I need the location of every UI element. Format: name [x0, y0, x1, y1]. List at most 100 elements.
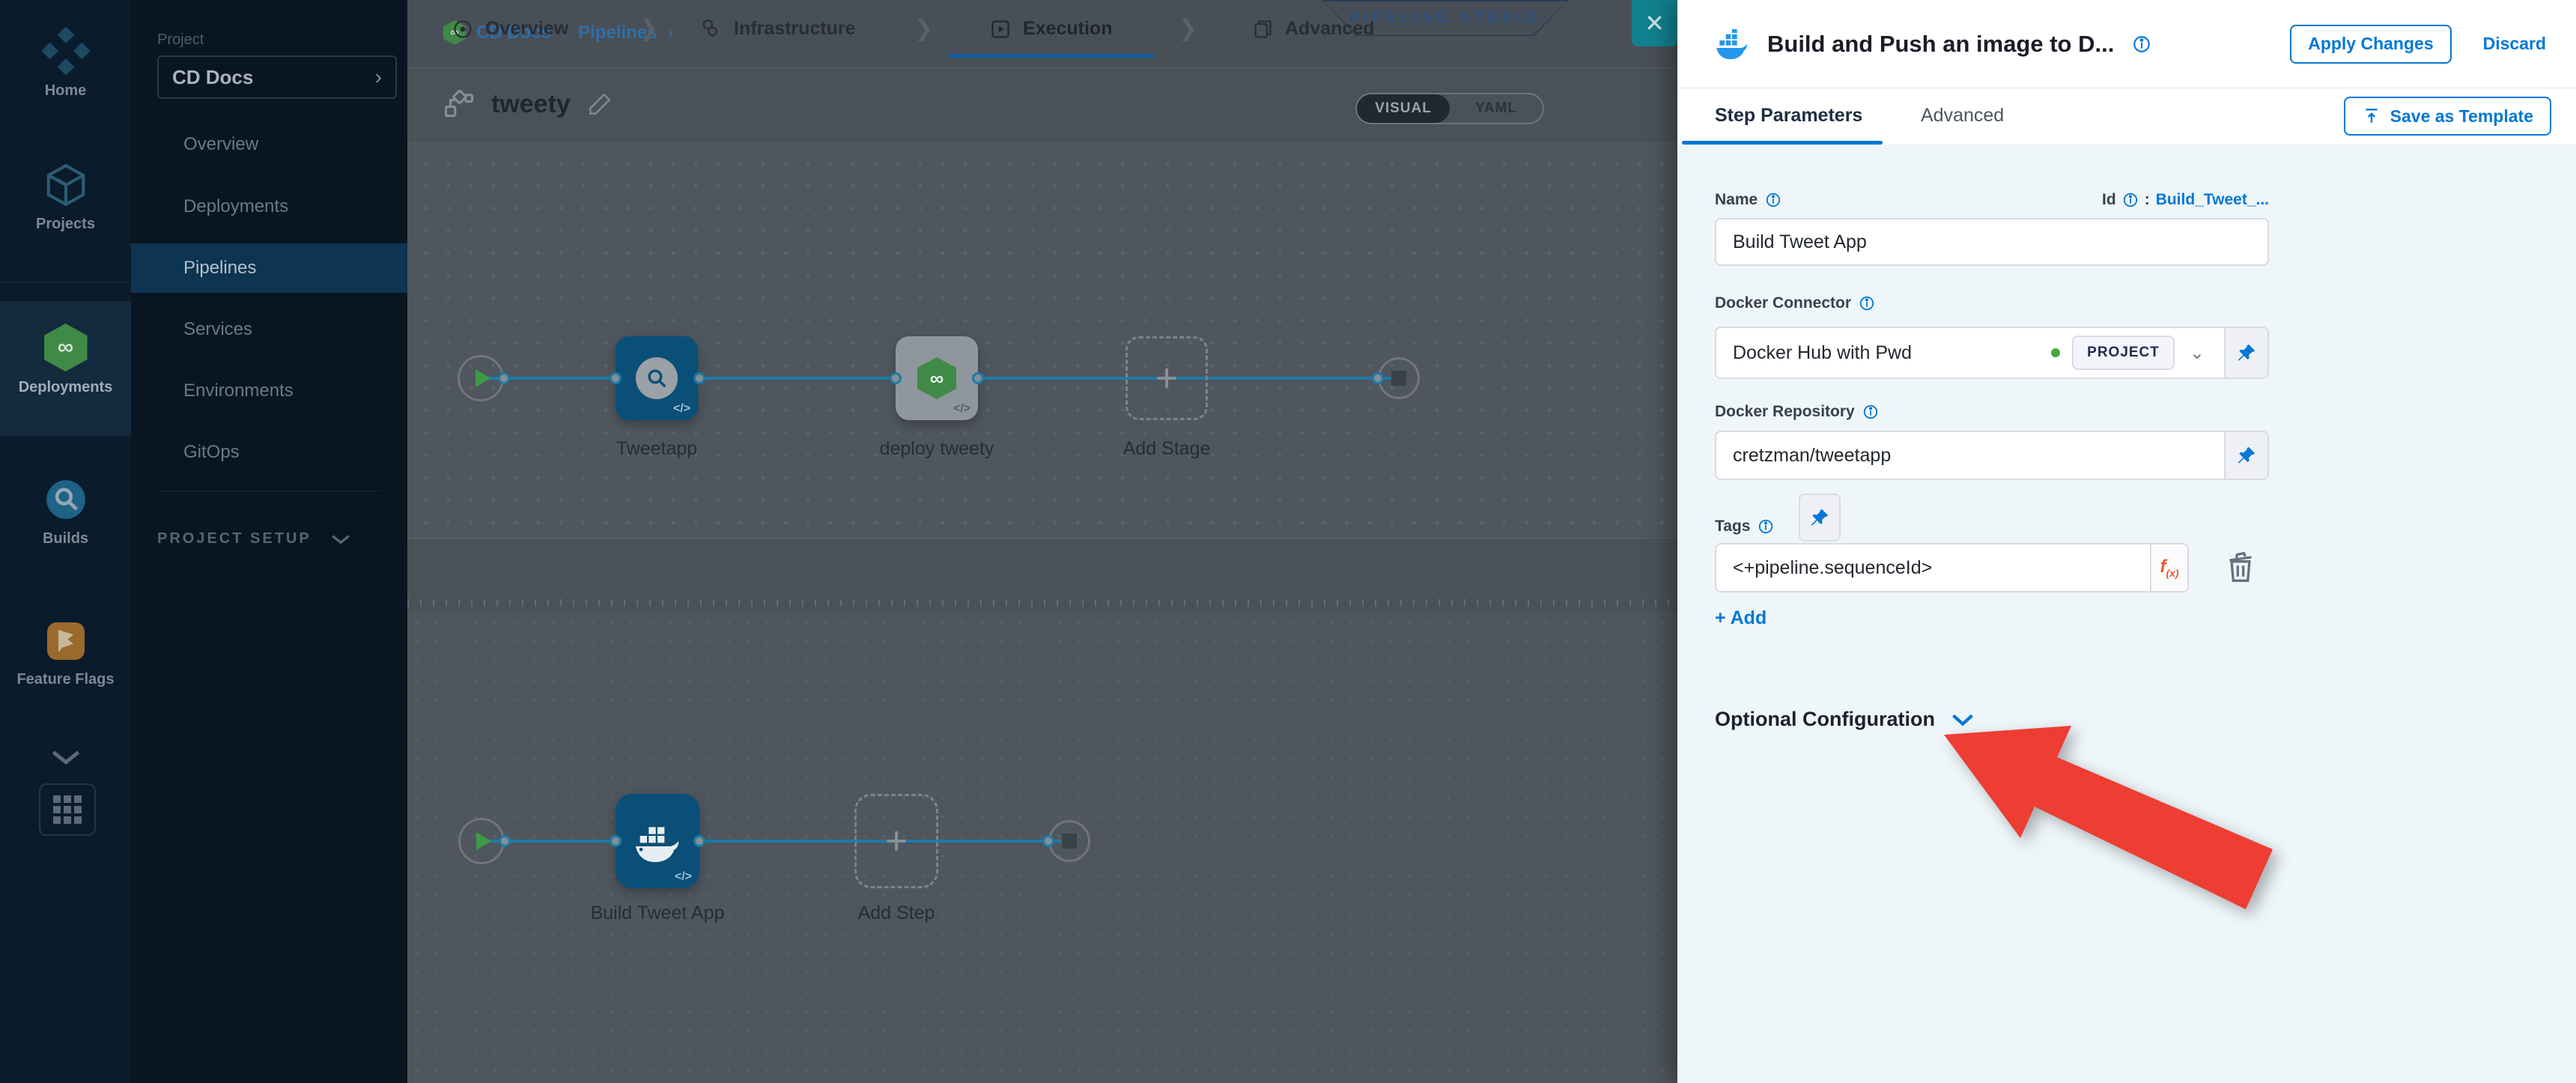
tab-separator: ❯: [1179, 0, 1197, 58]
visual-toggle-option[interactable]: VISUAL: [1357, 94, 1450, 123]
tab-execution[interactable]: Execution: [990, 0, 1112, 58]
panel-title: Build and Push an image to D...: [1767, 31, 2114, 58]
rail-item-projects[interactable]: Projects: [0, 162, 131, 233]
panel-header: Build and Push an image to D... Apply Ch…: [1677, 0, 2576, 88]
pin-icon: [1809, 507, 1830, 528]
add-step-button[interactable]: +: [854, 794, 938, 888]
visual-yaml-toggle: VISUAL YAML: [1355, 93, 1544, 124]
chevron-right-icon: ›: [375, 65, 382, 89]
pin-icon: [2236, 445, 2257, 466]
tab-advanced[interactable]: Advanced: [1252, 0, 1374, 58]
tab-step-parameters[interactable]: Step Parameters: [1715, 105, 1862, 127]
rail-chevron-down-icon[interactable]: [51, 749, 81, 765]
info-icon[interactable]: [1758, 518, 1774, 535]
tags-label: Tags: [1715, 518, 1774, 536]
step-id-line: Id : Build_Tweet_...: [1715, 191, 2269, 209]
rail-item-home[interactable]: Home: [0, 27, 131, 100]
connector-status-dot: [2051, 348, 2060, 357]
active-tab-underline: [949, 54, 1154, 58]
stage-graph-canvas[interactable]: [407, 143, 1677, 538]
expression-fx-button[interactable]: f(x): [2150, 544, 2187, 591]
stage-node-tweetapp[interactable]: </>: [616, 336, 698, 420]
sidebar-item-deployments[interactable]: Deployments: [131, 182, 407, 231]
yaml-toggle-option[interactable]: YAML: [1450, 94, 1543, 123]
project-selector[interactable]: CD Docs ›: [157, 55, 397, 99]
sidebar-item-services[interactable]: Services: [131, 305, 407, 354]
docker-connector-select[interactable]: Docker Hub with Pwd PROJECT ⌄: [1715, 327, 2269, 379]
step-connector-line: [482, 840, 1069, 843]
stop-icon: [1391, 371, 1406, 386]
docker-repository-field[interactable]: cretzman/tweetapp: [1715, 431, 2269, 480]
grid-icon: [53, 795, 82, 824]
discard-button[interactable]: Discard: [2483, 34, 2546, 54]
apply-changes-button[interactable]: Apply Changes: [2290, 25, 2451, 64]
sidebar-item-gitops[interactable]: GitOps: [131, 428, 407, 477]
rail-item-builds[interactable]: Builds: [0, 476, 131, 547]
step-id-value[interactable]: Build_Tweet_...: [2156, 191, 2269, 209]
rail-item-deployments[interactable]: ∞ Deployments: [0, 324, 131, 396]
close-drawer-button[interactable]: ✕: [1632, 0, 1677, 46]
rail-item-feature-flags[interactable]: Feature Flags: [0, 619, 131, 688]
chevron-down-icon[interactable]: ⌄: [2190, 342, 2205, 364]
builds-icon: [43, 476, 89, 523]
tab-separator: ❯: [914, 0, 933, 58]
fx-icon: f(x): [2160, 556, 2178, 579]
stage-node-deploy-tweety[interactable]: ∞ </>: [896, 336, 978, 420]
connector-dot: [972, 372, 984, 384]
execution-graph-canvas[interactable]: [407, 613, 1677, 1083]
tag-value-field[interactable]: <+pipeline.sequenceId> f(x): [1715, 543, 2189, 592]
rail-label: Projects: [36, 216, 95, 233]
module-grid-button[interactable]: [39, 783, 96, 836]
repository-pin-button[interactable]: [2224, 432, 2267, 479]
project-sidebar: Project CD Docs › Overview Deployments P…: [131, 0, 407, 1083]
pipeline-icon: [443, 88, 475, 120]
connector-dot: [1042, 835, 1054, 847]
step-node-build-tweet-app[interactable]: </>: [616, 794, 699, 888]
connector-dot: [610, 372, 622, 384]
connector-dot: [1372, 372, 1384, 384]
docker-icon: [1715, 29, 1749, 59]
add-tag-link[interactable]: + Add: [1715, 607, 1767, 629]
build-stage-icon: [636, 357, 678, 399]
connector-pin-button[interactable]: [2224, 328, 2267, 377]
connector-dot: [499, 835, 511, 847]
home-icon: [42, 27, 90, 75]
project-setup-toggle[interactable]: PROJECT SETUP: [157, 530, 350, 547]
connector-scope-badge: PROJECT: [2072, 336, 2175, 370]
tab-infrastructure[interactable]: Infrastructure: [699, 0, 856, 58]
info-icon[interactable]: [1862, 404, 1879, 420]
deployments-icon: ∞: [44, 324, 88, 371]
rail-label: Builds: [43, 530, 88, 547]
info-icon[interactable]: [2132, 34, 2151, 54]
delete-tag-button[interactable]: [2224, 549, 2257, 585]
canvas-ruler: [407, 596, 1677, 613]
tab-overview[interactable]: Overview: [452, 0, 568, 58]
info-icon[interactable]: [1859, 295, 1875, 312]
add-stage-button[interactable]: +: [1126, 336, 1208, 420]
execution-end-node: [1048, 820, 1090, 862]
rail-label: Feature Flags: [16, 671, 114, 688]
rail-label: Deployments: [19, 379, 113, 396]
infrastructure-icon: [699, 18, 722, 40]
panel-tabs: Step Parameters Advanced Save as Templat…: [1677, 88, 2576, 145]
step-parameters-form: Name Id : Build_Tweet_... Docker Connect…: [1677, 145, 2576, 1083]
sidebar-item-environments[interactable]: Environments: [131, 366, 407, 416]
docker-connector-value: Docker Hub with Pwd: [1733, 342, 1912, 364]
tags-pin-button[interactable]: [1799, 494, 1841, 542]
step-config-panel: Build and Push an image to D... Apply Ch…: [1677, 0, 2576, 1083]
red-annotation-arrow: [1917, 712, 2306, 937]
edit-pencil-icon[interactable]: [587, 91, 613, 117]
save-template-icon: [2362, 106, 2381, 126]
name-input[interactable]: [1715, 218, 2269, 266]
sidebar-item-overview[interactable]: Overview: [131, 120, 407, 169]
connector-dot: [610, 835, 622, 847]
module-rail: Home Projects ∞ Deployments Builds: [0, 0, 131, 1083]
tag-value: <+pipeline.sequenceId>: [1733, 557, 1932, 579]
save-as-template-button[interactable]: Save as Template: [2344, 97, 2551, 136]
tab-panel-advanced[interactable]: Advanced: [1921, 105, 2004, 127]
sidebar-item-pipelines[interactable]: Pipelines: [131, 243, 407, 293]
connector-dot: [498, 372, 510, 384]
deploy-stage-icon: ∞: [917, 357, 956, 399]
info-icon[interactable]: [2122, 192, 2139, 208]
connector-dot: [693, 835, 705, 847]
